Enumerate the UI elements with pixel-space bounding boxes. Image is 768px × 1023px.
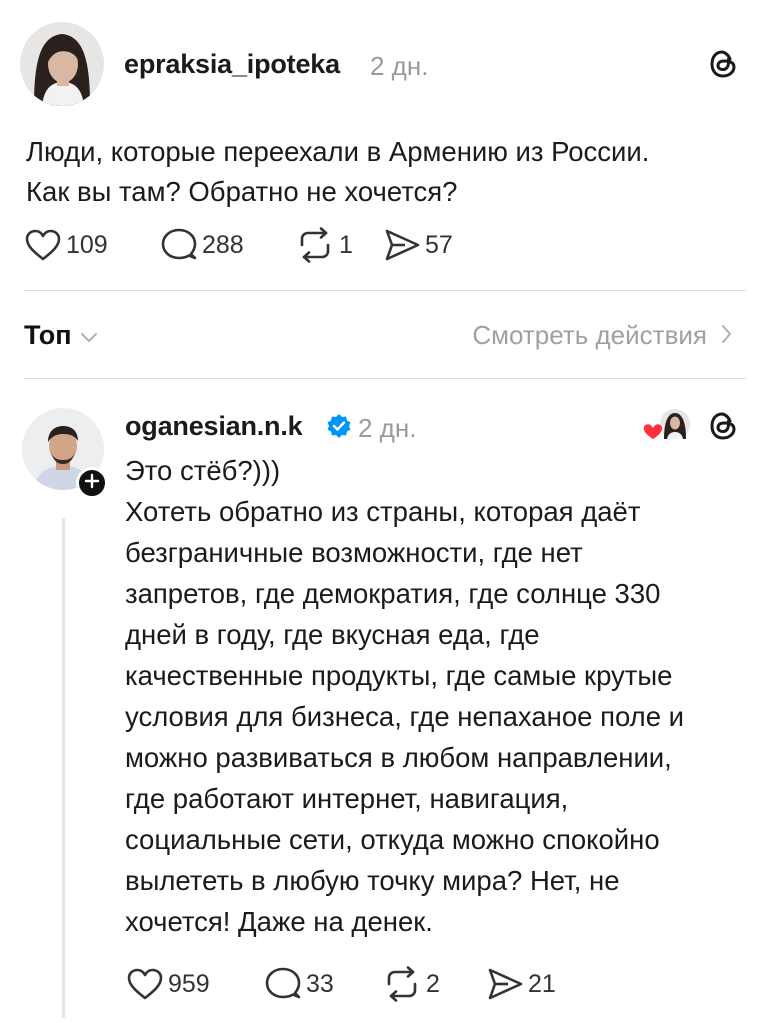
reply-text-line: социальные сети, откуда можно спокойно xyxy=(125,824,660,855)
reply-text-line: Это стёб?))) xyxy=(125,455,281,486)
reply-action-bar: 959 33 2 21 xyxy=(126,966,556,1002)
reply-text-line: дней в году, где вкусная еда, где xyxy=(125,619,540,650)
reply-author-username[interactable]: oganesian.n.k xyxy=(125,411,303,442)
heart-icon xyxy=(24,228,62,262)
repost-icon xyxy=(295,227,335,263)
comment-icon xyxy=(158,227,198,263)
threads-icon[interactable] xyxy=(707,410,739,442)
reply-text-line: запретов, где демократия, где солнце 330 xyxy=(125,578,661,609)
post-share-count: 57 xyxy=(425,230,453,259)
reply-text-line: условия для бизнеса, где непаханое поле … xyxy=(125,701,685,732)
post-share-button[interactable]: 57 xyxy=(383,228,453,262)
reply-share-count: 21 xyxy=(528,969,556,998)
comment-icon xyxy=(262,966,302,1002)
follow-plus-button[interactable] xyxy=(76,467,108,499)
repost-icon xyxy=(382,966,422,1002)
post-repost-count: 1 xyxy=(339,230,353,259)
reply-text: Это стёб?))) Хотеть обратно из страны, к… xyxy=(125,450,750,942)
post-author-avatar[interactable] xyxy=(20,22,104,106)
post-text-line: Люди, которые переехали в Армению из Рос… xyxy=(26,136,650,167)
reply-text-line: качественные продукты, где самые крутые xyxy=(125,660,673,691)
reply-repost-button[interactable]: 2 xyxy=(382,966,486,1002)
view-actions-link[interactable]: Смотреть действия xyxy=(472,320,732,351)
reply-comment-button[interactable]: 33 xyxy=(262,966,382,1002)
reply-like-count: 959 xyxy=(168,969,210,998)
reply-text-line: можно развиваться в любом направлении, xyxy=(125,742,672,773)
sort-dropdown[interactable]: Топ xyxy=(24,320,98,351)
plus-icon xyxy=(84,473,100,494)
verified-icon xyxy=(326,413,352,439)
author-liked-indicator xyxy=(642,408,692,442)
post-timestamp: 2 дн. xyxy=(370,51,429,81)
post-like-button[interactable]: 109 xyxy=(24,228,158,262)
heart-icon xyxy=(126,967,164,1001)
post-text: Люди, которые переехали в Армению из Рос… xyxy=(26,132,746,212)
reply-text-line: где работают интернет, навигация, xyxy=(125,783,569,814)
reply-timestamp: 2 дн. xyxy=(358,413,417,443)
replies-sort-bar: Топ Смотреть действия xyxy=(0,290,768,378)
chevron-right-icon xyxy=(707,320,732,351)
reply-post: oganesian.n.k 2 дн. Это стёб?))) Хотеть … xyxy=(0,378,768,1023)
post-author-username[interactable]: epraksia_ipoteka xyxy=(124,49,340,80)
view-actions-label: Смотреть действия xyxy=(472,320,707,350)
reply-text-line: вылететь в любую точку мира? Нет, не xyxy=(125,865,620,896)
reply-text-line: безграничные возможности, где нет xyxy=(125,537,583,568)
sort-label: Топ xyxy=(24,320,72,350)
reply-comment-count: 33 xyxy=(306,969,334,998)
chevron-down-icon xyxy=(72,320,98,351)
share-icon xyxy=(383,228,421,262)
main-post: epraksia_ipoteka 2 дн. Люди, которые пер… xyxy=(0,0,768,290)
reply-share-button[interactable]: 21 xyxy=(486,967,556,1001)
reply-text-line: хочется! Даже на денек. xyxy=(125,906,433,937)
threads-icon[interactable] xyxy=(707,48,739,80)
post-repost-button[interactable]: 1 xyxy=(295,227,383,263)
post-text-line: Как вы там? Обратно не хочется? xyxy=(26,176,458,207)
reply-repost-count: 2 xyxy=(426,969,440,998)
reply-like-button[interactable]: 959 xyxy=(126,967,262,1001)
reply-text-line: Хотеть обратно из страны, которая даёт xyxy=(125,496,641,527)
thread-line xyxy=(62,518,65,1018)
post-action-bar: 109 288 1 57 xyxy=(24,227,453,263)
post-like-count: 109 xyxy=(66,230,108,259)
post-comment-count: 288 xyxy=(202,230,244,259)
post-comment-button[interactable]: 288 xyxy=(158,227,295,263)
share-icon xyxy=(486,967,524,1001)
